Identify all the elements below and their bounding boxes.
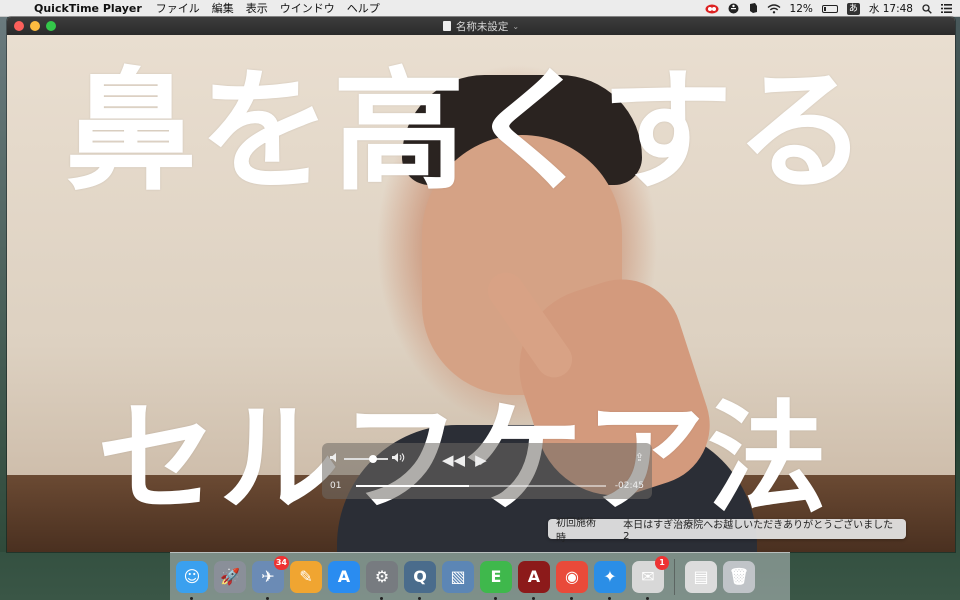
document-icon: [442, 21, 451, 31]
trash-glyph: 🗑: [728, 567, 750, 586]
play-icon[interactable]: ▶: [475, 451, 487, 469]
launchpad-glyph: 🚀: [220, 567, 240, 586]
time-remaining: -02:45: [614, 481, 644, 491]
notification-message: 本日はすぎ治療院へお越しいただきありがとうございました 2: [623, 520, 894, 542]
window-title[interactable]: 名称未設定: [456, 19, 509, 34]
app-menu[interactable]: QuickTime Player: [34, 2, 142, 15]
safari-glyph: ✦: [603, 567, 617, 586]
close-button[interactable]: [14, 21, 24, 31]
trash-icon[interactable]: 🗑: [723, 560, 755, 593]
scrubber-bar[interactable]: [356, 485, 606, 487]
clock[interactable]: 水 17:48: [869, 1, 913, 16]
running-indicator: [418, 596, 421, 600]
wifi-icon[interactable]: [767, 3, 781, 14]
share-icon[interactable]: ⇪: [635, 451, 644, 464]
caption-top: 鼻を高くする: [65, 55, 869, 209]
app-store-icon[interactable]: A: [328, 560, 360, 593]
dock: ☺ 🚀 ✈ 34 ✎ A ⚙ Q ▧ E A ◉ ✦ ✉ 1 ▤ 🗑: [170, 552, 790, 600]
documents-glyph: ▤: [693, 567, 709, 586]
time-elapsed: 01: [330, 481, 342, 491]
acrobat-glyph: A: [527, 567, 541, 586]
fullscreen-button[interactable]: [46, 21, 56, 31]
running-indicator: [532, 596, 535, 600]
preview-glyph: ▧: [450, 567, 466, 586]
running-indicator: [646, 596, 649, 600]
quicktime-window: 名称未設定 ⌄ 鼻を高くする セルフケア法 ◀: [7, 17, 955, 552]
finder-icon[interactable]: ☺: [176, 560, 208, 600]
status-area: 12% あ 水 17:48: [705, 0, 952, 17]
messages-icon[interactable]: ✉ 1: [632, 555, 669, 600]
creative-cloud-icon[interactable]: [705, 4, 719, 14]
rewind-icon[interactable]: ◀◀: [442, 451, 465, 469]
mail-icon[interactable]: ✈ 34: [252, 555, 289, 600]
window-controls: [14, 21, 56, 31]
messages-glyph: ✉: [641, 567, 655, 586]
battery-percentage: 12%: [789, 2, 813, 15]
spotlight-icon[interactable]: [922, 3, 932, 14]
video-frame[interactable]: 鼻を高くする セルフケア法 ◀◀ ▶ ▶▶ ⇪ 01: [7, 35, 955, 552]
chrome-glyph: ◉: [565, 567, 579, 586]
evernote-menu-icon[interactable]: [748, 3, 758, 14]
menu-view[interactable]: 表示: [246, 0, 268, 16]
accessibility-icon[interactable]: [728, 3, 739, 14]
battery-icon[interactable]: [821, 4, 838, 13]
volume-mute-icon[interactable]: [330, 453, 340, 465]
safari-icon[interactable]: ✦: [594, 560, 626, 600]
documents-icon[interactable]: ▤: [685, 560, 717, 593]
notification-badge: 1: [655, 555, 669, 570]
running-indicator: [570, 596, 573, 600]
volume-max-icon[interactable]: [392, 453, 406, 465]
running-indicator: [380, 596, 383, 600]
menu-window[interactable]: ウインドウ: [280, 0, 335, 16]
running-indicator: [190, 596, 193, 600]
notification-badge: 34: [273, 555, 289, 570]
quicktime-icon[interactable]: Q: [404, 560, 436, 600]
acrobat-icon[interactable]: A: [518, 560, 550, 600]
pages-icon[interactable]: ✎: [290, 560, 322, 593]
evernote-glyph: E: [490, 567, 502, 586]
running-indicator: [608, 596, 611, 600]
notification-label: 初回施術時: [556, 518, 596, 544]
system-preferences-glyph: ⚙: [374, 567, 390, 586]
scrubber-progress: [356, 485, 469, 487]
volume-control: [330, 453, 406, 465]
running-indicator: [494, 596, 497, 600]
running-indicator: [266, 596, 269, 600]
system-preferences-icon[interactable]: ⚙: [366, 560, 398, 600]
chrome-icon[interactable]: ◉: [556, 560, 588, 600]
playback-controls: ◀◀ ▶ ▶▶ ⇪ 01 -02:45: [322, 443, 652, 499]
dock-separator: [674, 558, 675, 595]
launchpad-icon[interactable]: 🚀: [214, 560, 246, 593]
menu-edit[interactable]: 編集: [212, 0, 234, 16]
minimize-button[interactable]: [30, 21, 40, 31]
pages-glyph: ✎: [299, 567, 313, 586]
menu-help[interactable]: ヘルプ: [347, 0, 380, 16]
volume-slider-knob[interactable]: [368, 455, 377, 463]
desktop-background: [0, 17, 7, 552]
mail-glyph: ✈: [261, 567, 275, 586]
notification-banner[interactable]: 初回施術時 本日はすぎ治療院へお越しいただきありがとうございました 2: [548, 518, 906, 544]
evernote-icon[interactable]: E: [480, 560, 512, 600]
finder-glyph: ☺: [183, 567, 201, 586]
notification-center-icon[interactable]: [941, 4, 952, 13]
app-store-glyph: A: [337, 567, 351, 586]
quicktime-glyph: Q: [413, 567, 427, 586]
preview-icon[interactable]: ▧: [442, 560, 474, 593]
input-source-icon[interactable]: あ: [846, 2, 860, 15]
chevron-down-icon[interactable]: ⌄: [512, 22, 519, 31]
menu-bar: QuickTime Player ファイル 編集 表示 ウインドウ ヘルプ 12…: [0, 0, 960, 17]
window-titlebar[interactable]: 名称未設定 ⌄: [7, 17, 955, 35]
menu-file[interactable]: ファイル: [156, 0, 200, 16]
transport-controls: ◀◀ ▶ ▶▶: [442, 451, 520, 469]
volume-slider[interactable]: [344, 455, 388, 463]
